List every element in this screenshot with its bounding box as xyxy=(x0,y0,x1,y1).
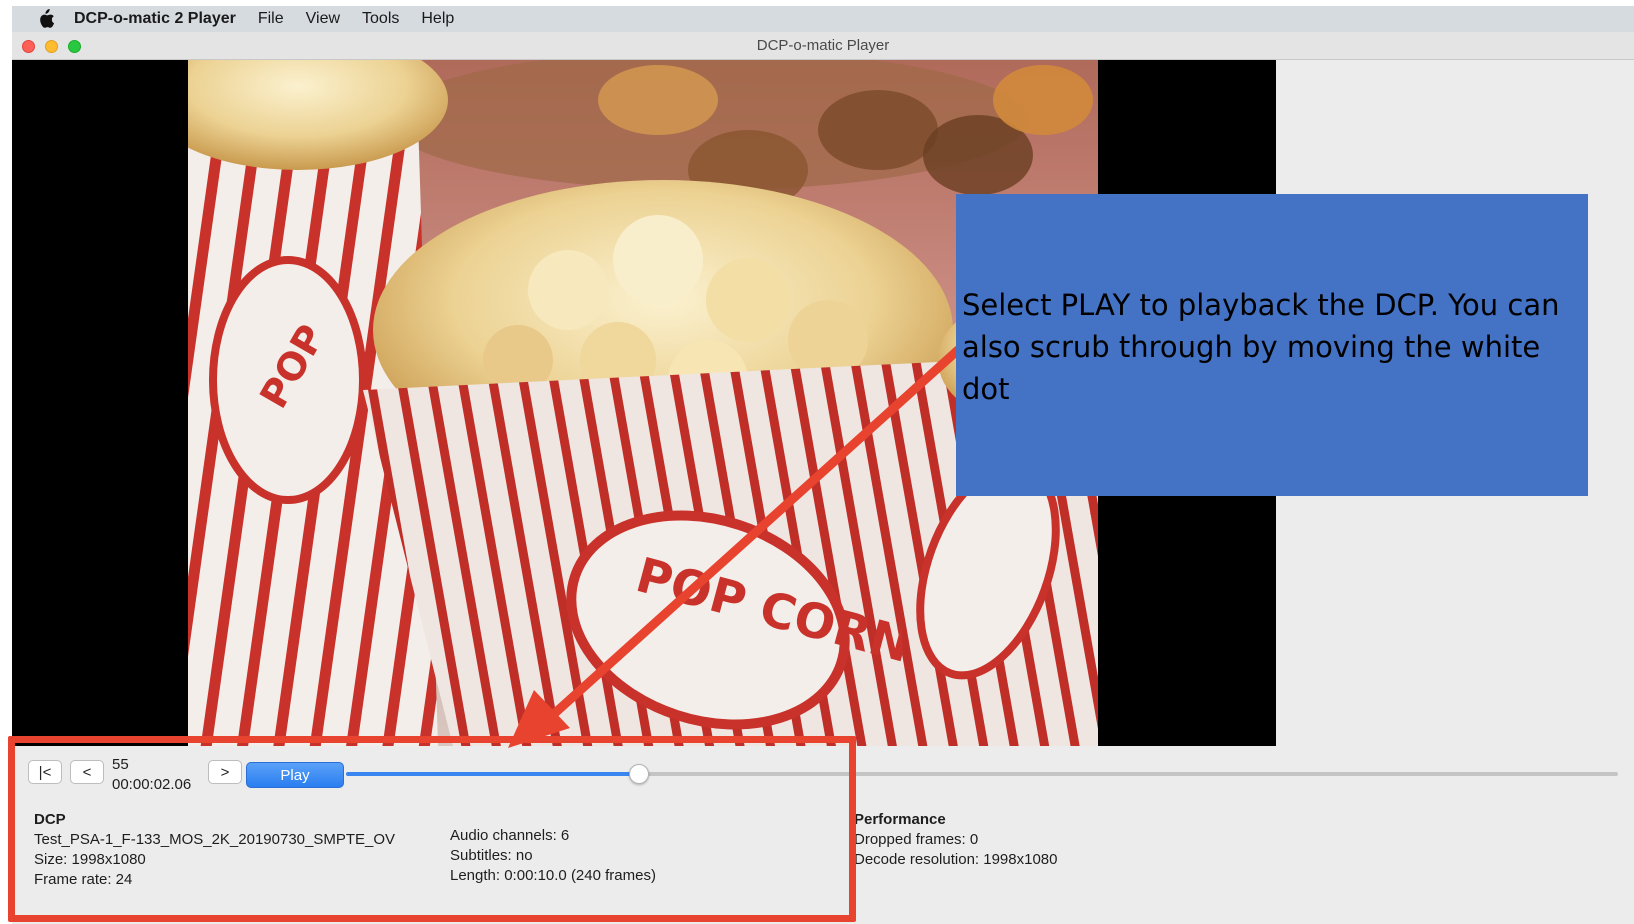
menu-bar: DCP-o-matic 2 Player File View Tools Hel… xyxy=(12,6,1634,32)
menu-help[interactable]: Help xyxy=(421,10,454,28)
decode-resolution: Decode resolution: 1998x1080 xyxy=(854,851,1058,868)
menu-view[interactable]: View xyxy=(306,10,340,28)
highlight-frame xyxy=(8,736,856,922)
window-title: DCP-o-matic Player xyxy=(756,37,890,54)
traffic-lights xyxy=(22,40,81,53)
minimize-window-button[interactable] xyxy=(45,40,58,53)
instruction-callout-text: Select PLAY to playback the DCP. You can… xyxy=(962,288,1560,406)
dropped-frames: Dropped frames: 0 xyxy=(854,831,979,848)
menu-tools[interactable]: Tools xyxy=(362,10,399,28)
maximize-window-button[interactable] xyxy=(68,40,81,53)
menu-file[interactable]: File xyxy=(258,10,284,28)
instruction-callout: Select PLAY to playback the DCP. You can… xyxy=(956,194,1588,496)
app-name-menu[interactable]: DCP-o-matic 2 Player xyxy=(74,10,236,28)
close-window-button[interactable] xyxy=(22,40,35,53)
performance-heading: Performance xyxy=(854,811,946,828)
window-title-bar: DCP-o-matic Player xyxy=(12,32,1634,60)
apple-icon[interactable] xyxy=(34,8,56,30)
